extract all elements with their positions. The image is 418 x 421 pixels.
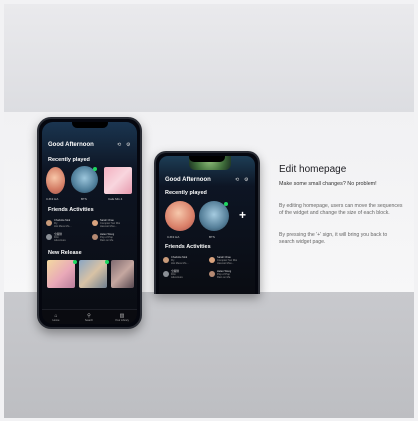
friend-track: Hot Mess Mo... bbox=[171, 262, 189, 265]
friend-activity-item[interactable]: Sarah Chau Comptez Sur Moi Harvest Moo..… bbox=[92, 219, 136, 228]
release-artwork[interactable] bbox=[47, 260, 75, 288]
friend-track: Adventure bbox=[54, 239, 66, 242]
new-release-heading: New Release bbox=[48, 250, 82, 256]
recently-played-heading: Recently played bbox=[48, 157, 90, 163]
online-dot bbox=[224, 202, 228, 206]
history-icon[interactable]: ⟲ bbox=[117, 142, 121, 148]
phone-screen: Good Afternoon ⟲ ⚙ Recently played CJK3 … bbox=[42, 122, 137, 324]
friend-track: Hot Mess Mo... bbox=[54, 225, 72, 228]
avatar bbox=[92, 220, 98, 226]
friends-activities-heading: Friends Activities bbox=[165, 244, 211, 250]
phone-mockup-home: Good Afternoon ⟲ ⚙ Recently played CJK3 … bbox=[37, 117, 142, 329]
avatar bbox=[46, 220, 52, 226]
friends-activities-heading: Friends Activities bbox=[48, 207, 94, 213]
recent-item-caption: CJK3 HA bbox=[46, 197, 59, 201]
friend-track: Adventure bbox=[171, 276, 183, 279]
recently-played-heading: Recently played bbox=[165, 190, 207, 196]
tab-label: Home bbox=[52, 319, 60, 322]
tab-library[interactable]: ▥ Your Library bbox=[114, 313, 130, 322]
friend-activity-item[interactable]: Charlotte Mok Fly Hot Mess Mo... bbox=[46, 219, 90, 228]
recent-item-caption: BTS bbox=[81, 197, 87, 201]
gear-icon[interactable]: ⚙ bbox=[244, 177, 248, 183]
friend-track: Rain on Me bbox=[217, 276, 231, 279]
tab-home[interactable]: ⌂ Home bbox=[48, 313, 64, 322]
history-icon[interactable]: ⟲ bbox=[235, 177, 239, 183]
new-dot bbox=[73, 260, 77, 264]
add-widget-button[interactable]: + bbox=[239, 208, 246, 222]
panel-subtitle: Make some small changes? No problem! bbox=[279, 181, 377, 187]
recent-item-caption: BTS bbox=[209, 235, 215, 239]
friend-track: Rain on Me bbox=[100, 239, 114, 242]
panel-paragraph-edit: By editing homepage, users can move the … bbox=[279, 203, 403, 216]
gear-icon[interactable]: ⚙ bbox=[126, 142, 130, 148]
bottom-tab-bar: ⌂ Home ⚲ Search ▥ Your Library bbox=[42, 309, 137, 324]
tab-search[interactable]: ⚲ Search bbox=[81, 313, 97, 322]
friend-activity-item[interactable]: Sarah Chau Comptez Sur Moi Harvest Moo..… bbox=[209, 256, 253, 265]
tab-label: Your Library bbox=[115, 319, 129, 322]
friend-track: Harvest Moo... bbox=[217, 262, 234, 265]
avatar bbox=[209, 257, 215, 263]
recent-item-caption: CJK3 HA bbox=[167, 235, 180, 239]
recent-item-artwork[interactable] bbox=[165, 201, 195, 231]
recent-item-artwork[interactable] bbox=[104, 167, 132, 194]
friend-activity-item[interactable]: 全藤鍋 Film Adventure bbox=[163, 270, 207, 279]
avatar bbox=[163, 271, 169, 277]
release-artwork[interactable] bbox=[111, 260, 134, 288]
online-dot bbox=[93, 167, 97, 171]
panel-title: Edit homepage bbox=[279, 164, 347, 175]
avatar bbox=[92, 234, 98, 240]
release-artwork[interactable] bbox=[79, 260, 107, 288]
friend-activity-item[interactable]: Charlotte Mok Fly Hot Mess Mo... bbox=[163, 256, 207, 265]
friend-activity-item[interactable]: 全藤鍋 Film Adventure bbox=[46, 233, 90, 242]
phone-notch bbox=[189, 156, 225, 162]
new-dot bbox=[105, 260, 109, 264]
avatar bbox=[209, 271, 215, 277]
phone-notch bbox=[71, 122, 108, 128]
recent-item-caption: Cafe Mix 4 bbox=[108, 197, 123, 201]
tab-label: Search bbox=[84, 319, 94, 322]
greeting-title: Good Afternoon bbox=[165, 177, 211, 183]
friend-track: Harvest Moo... bbox=[100, 225, 117, 228]
avatar bbox=[163, 257, 169, 263]
avatar bbox=[46, 234, 52, 240]
top-band bbox=[4, 4, 414, 112]
greeting-title: Good Afternoon bbox=[48, 142, 94, 148]
phone-screen: Good Afternoon ⟲ ⚙ Recently played + CJK… bbox=[159, 156, 255, 294]
recent-item-artwork[interactable] bbox=[46, 167, 65, 194]
friend-activity-item[interactable]: Helen Wong Pop of Pop Rain on Me bbox=[209, 270, 253, 279]
phone-mockup-edit: Good Afternoon ⟲ ⚙ Recently played + CJK… bbox=[154, 151, 260, 294]
panel-paragraph-plus: By pressing the '+' sign, it will bring … bbox=[279, 232, 388, 245]
friend-activity-item[interactable]: Helen Wong Pop of Pop Rain on Me bbox=[92, 233, 136, 242]
